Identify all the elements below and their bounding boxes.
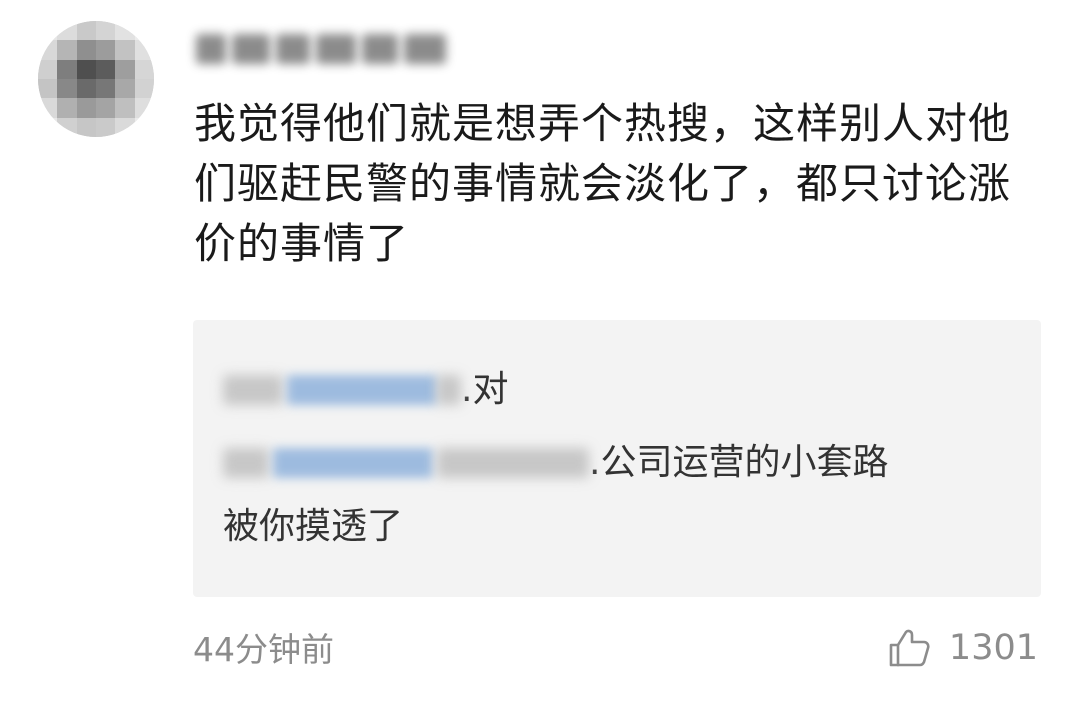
reply-text: .公司运营的小套路 (589, 442, 889, 483)
avatar[interactable] (38, 21, 154, 137)
comment-text: 我觉得他们就是想弄个热搜，这样别人对他们驱赶民警的事情就会淡化了，都只讨论涨价的… (194, 99, 1012, 268)
obscured-link[interactable] (287, 375, 437, 405)
like-button[interactable]: 1301 (887, 626, 1038, 670)
obscured-text (232, 34, 270, 64)
thumbs-up-icon (889, 629, 930, 667)
author-name[interactable] (196, 30, 478, 68)
obscured-text (223, 448, 269, 478)
obscured-link[interactable] (273, 448, 433, 478)
comment-card: 我觉得他们就是想弄个热搜，这样别人对他们驱赶民警的事情就会淡化了，都只讨论涨价的… (0, 0, 1080, 701)
obscured-text (196, 34, 226, 64)
reply-text: .对 (461, 369, 509, 410)
obscured-text (316, 34, 356, 64)
obscured-text (223, 375, 283, 405)
reply-text: 被你摸透了 (223, 506, 404, 547)
obscured-text (276, 34, 310, 64)
obscured-text (362, 34, 398, 64)
reply-line: 被你摸透了 (223, 502, 403, 552)
obscured-text (404, 34, 446, 64)
avatar-icon (38, 21, 154, 137)
timestamp: 44分钟前 (193, 630, 334, 669)
reply-line: .公司运营的小套路 (223, 438, 888, 488)
reply-line: .对 (223, 365, 508, 415)
obscured-text (437, 375, 461, 405)
obscured-text (437, 448, 589, 478)
like-count: 1301 (948, 628, 1038, 668)
